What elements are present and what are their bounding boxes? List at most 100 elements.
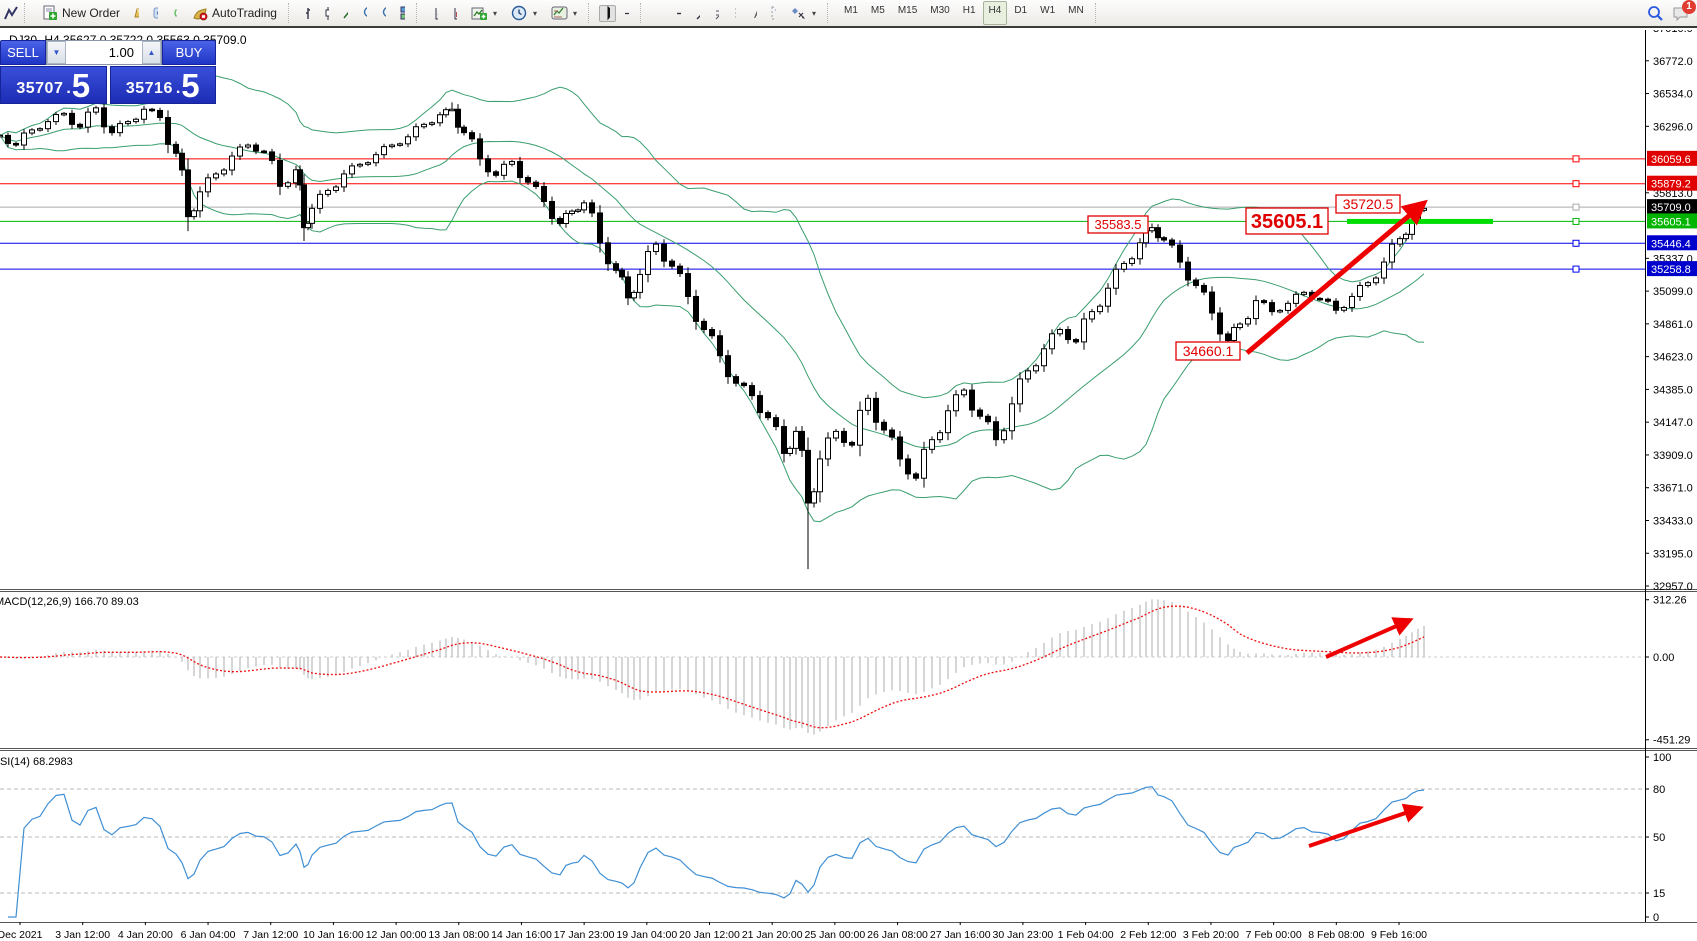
- hline-handle: [1573, 240, 1579, 246]
- buy-button[interactable]: BUY: [162, 40, 216, 65]
- data-window-icon[interactable]: [427, 5, 444, 22]
- svg-text:A: A: [754, 6, 757, 20]
- new-order-icon: [41, 5, 58, 22]
- time-tick: 13 Jan 08:00: [428, 929, 489, 941]
- svg-text:35605.1: 35605.1: [1651, 216, 1691, 228]
- deposit-icon[interactable]: [128, 5, 145, 22]
- volume-decrease-button[interactable]: ▼: [47, 41, 66, 64]
- chart-area[interactable]: DJ30-,H4 35627.0 35722.0 35563.0 35709.0…: [0, 30, 1697, 941]
- tf-button-m15[interactable]: M15: [892, 1, 923, 25]
- buy-price-frac: 5: [181, 71, 199, 101]
- hline-handle: [1573, 204, 1579, 210]
- svg-text:T: T: [775, 8, 776, 20]
- text-tool-icon[interactable]: A: [746, 5, 763, 22]
- rsi-tick: 15: [1653, 888, 1665, 900]
- tf-button-h1[interactable]: H1: [957, 1, 982, 25]
- hline-handle: [1573, 218, 1579, 224]
- line-chart-mode-icon[interactable]: [337, 5, 354, 22]
- zoom-out-icon[interactable]: [375, 5, 392, 22]
- time-tick: 25 Jan 00:00: [805, 929, 866, 941]
- tf-button-d1[interactable]: D1: [1008, 1, 1033, 25]
- time-tick: 17 Jan 23:00: [554, 929, 615, 941]
- svg-text:35258.8: 35258.8: [1651, 264, 1691, 276]
- new-order-label: New Order: [62, 6, 120, 20]
- fibonacci-tool-icon[interactable]: E: [708, 5, 725, 22]
- autotrading-icon: [191, 5, 208, 22]
- dropdown-caret: ▾: [493, 9, 497, 18]
- rsi-tick: 0: [1653, 912, 1659, 924]
- new-order-button[interactable]: New Order: [35, 3, 126, 23]
- market-watch-window-icon[interactable]: [147, 5, 164, 22]
- zoom-in-icon[interactable]: [356, 5, 373, 22]
- toolbar-separator: [288, 3, 294, 23]
- time-tick: 26 Jan 08:00: [867, 929, 928, 941]
- one-click-trading-panel: SELL ▼ 1.00 ▲ BUY 35707 . 5 35716 . 5: [0, 40, 216, 104]
- price-tick: 36534.0: [1653, 89, 1693, 101]
- annotation-34660.1: 34660.1: [1176, 342, 1240, 360]
- macd-tick: 0.00: [1653, 652, 1674, 664]
- time-tick: 9 Feb 16:00: [1371, 929, 1427, 941]
- mt4-terminal: { "toolbar": { "new_order_label": "New O…: [0, 0, 1697, 941]
- time-tick: 2 Feb 12:00: [1120, 929, 1176, 941]
- tf-button-m30[interactable]: M30: [924, 1, 955, 25]
- notifications-icon[interactable]: 1: [1672, 5, 1689, 22]
- signals-icon[interactable]: [166, 5, 183, 22]
- price-tick: 35099.0: [1653, 286, 1693, 298]
- cursor-tool-icon[interactable]: [599, 5, 616, 22]
- sell-price-display[interactable]: 35707 . 5: [0, 66, 107, 104]
- buy-price-display[interactable]: 35716 . 5: [110, 66, 217, 104]
- autotrading-label: AutoTrading: [212, 6, 277, 20]
- price-badge-35879.2: 35879.2: [1647, 176, 1697, 191]
- tile-windows-icon[interactable]: [394, 5, 411, 22]
- vertical-line-tool-icon[interactable]: [651, 5, 668, 22]
- svg-text:35879.2: 35879.2: [1651, 179, 1691, 191]
- rsi-tick: 80: [1653, 784, 1665, 796]
- price-tick: 33909.0: [1653, 450, 1693, 462]
- tf-button-m5[interactable]: M5: [865, 1, 891, 25]
- horizontal-line-tool-icon[interactable]: [670, 5, 687, 22]
- template-dropdown[interactable]: ▾: [545, 3, 583, 23]
- indicator-window-icon[interactable]: [446, 5, 463, 22]
- time-tick: 7 Jan 12:00: [243, 929, 298, 941]
- time-tick: 30 Jan 23:00: [993, 929, 1054, 941]
- toolbar-right-group: 1: [1647, 5, 1695, 22]
- sell-button[interactable]: SELL: [0, 40, 46, 65]
- grid-tool-icon[interactable]: F: [727, 5, 744, 22]
- candlestick-mode-icon[interactable]: [318, 5, 335, 22]
- sell-price-int: 35707: [16, 80, 63, 98]
- toolbar-separator: [24, 3, 30, 23]
- price-tick: 33195.0: [1653, 548, 1693, 560]
- autotrading-button[interactable]: AutoTrading: [185, 3, 283, 23]
- volume-increase-button[interactable]: ▲: [142, 41, 161, 64]
- volume-input[interactable]: 1.00: [66, 41, 142, 64]
- svg-text:35709.0: 35709.0: [1651, 202, 1691, 214]
- tf-button-mn[interactable]: MN: [1062, 1, 1090, 25]
- search-icon[interactable]: [1647, 5, 1664, 22]
- time-tick: 4 Jan 20:00: [118, 929, 173, 941]
- chart-canvas[interactable]: 35583.535605.135720.534660.137010.036772…: [0, 30, 1697, 941]
- dropdown-caret: ▾: [812, 9, 816, 18]
- time-tick: 21 Jan 20:00: [742, 929, 803, 941]
- macd-tick: 312.26: [1653, 595, 1687, 607]
- tf-button-w1[interactable]: W1: [1034, 1, 1061, 25]
- tf-button-h4[interactable]: H4: [983, 1, 1008, 25]
- price-tick: 34861.0: [1653, 319, 1693, 331]
- support-zone-bar: [1347, 219, 1493, 224]
- time-tick: 3 Jan 12:00: [55, 929, 110, 941]
- shapes-dropdown[interactable]: ▾: [784, 3, 822, 23]
- timeframe-toolbar: M1M5M15M30H1H4D1W1MN: [838, 1, 1090, 25]
- tf-button-m1[interactable]: M1: [838, 1, 864, 25]
- text-label-tool-icon[interactable]: T: [765, 5, 782, 22]
- price-tick: 34147.0: [1653, 417, 1693, 429]
- svg-text:35446.4: 35446.4: [1651, 238, 1691, 250]
- hline-handle: [1573, 156, 1579, 162]
- period-dropdown[interactable]: ▾: [505, 3, 543, 23]
- svg-text:35605.1: 35605.1: [1251, 211, 1323, 233]
- bar-chart-mode-icon[interactable]: [299, 5, 316, 22]
- chart-window-icon[interactable]: [2, 5, 19, 22]
- price-badge-36059.6: 36059.6: [1647, 151, 1697, 166]
- add-indicator-dropdown[interactable]: ▾: [465, 3, 503, 23]
- crosshair-tool-icon[interactable]: [618, 5, 635, 22]
- trendline-tool-icon[interactable]: [689, 5, 706, 22]
- dropdown-caret: ▾: [573, 9, 577, 18]
